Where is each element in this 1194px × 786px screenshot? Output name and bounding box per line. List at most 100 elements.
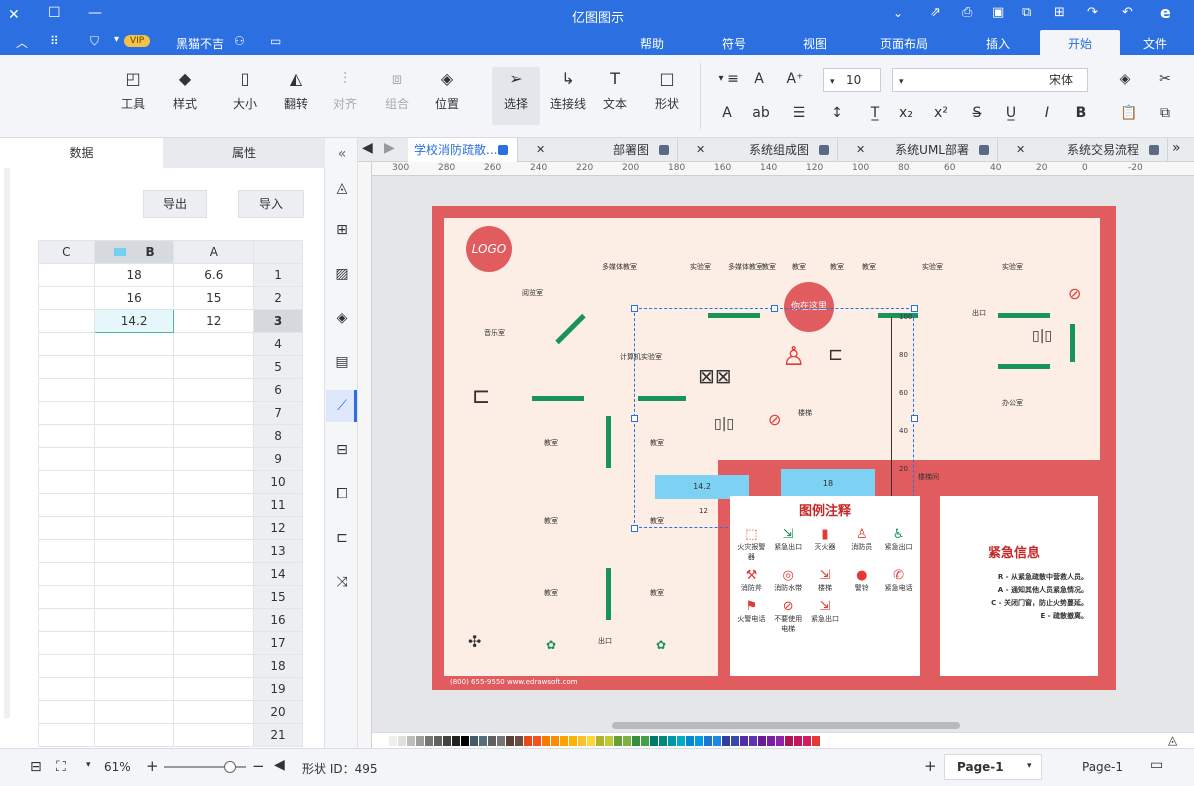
selected-chart[interactable]: 100 80 60 40 20 0 14.2 18 12 18 bbox=[631, 305, 918, 532]
horizontal-scrollbar[interactable] bbox=[612, 722, 960, 729]
layers-icon[interactable]: ◈ bbox=[332, 308, 352, 328]
cell-c[interactable] bbox=[38, 654, 95, 678]
cell-b[interactable]: 16 bbox=[93, 286, 175, 310]
list-icon[interactable]: ☰ bbox=[790, 105, 808, 121]
color-swatch[interactable] bbox=[560, 736, 568, 746]
row-header[interactable]: 18 bbox=[253, 654, 303, 678]
row-header[interactable]: 6 bbox=[253, 378, 303, 402]
import-button[interactable]: 导入 bbox=[238, 190, 304, 218]
font-color-icon[interactable]: A bbox=[718, 105, 736, 121]
select-button[interactable]: ➢ 选择 bbox=[492, 67, 540, 125]
fill-bucket-icon[interactable]: ◬ bbox=[1168, 733, 1177, 747]
save-icon[interactable]: ▣ bbox=[992, 5, 1004, 20]
table-row[interactable]: 4 bbox=[38, 332, 303, 356]
color-swatch[interactable] bbox=[677, 736, 685, 746]
cell-a[interactable] bbox=[173, 332, 255, 356]
position-button[interactable]: ◈ 位置 bbox=[432, 69, 462, 112]
table-row[interactable]: 6 bbox=[38, 378, 303, 402]
color-swatch[interactable] bbox=[758, 736, 766, 746]
cut-icon[interactable]: ✂ bbox=[1156, 71, 1174, 87]
font-size-select[interactable]: ▾ 10 bbox=[823, 68, 881, 92]
tab-symbols[interactable]: 符号 bbox=[722, 35, 746, 52]
cell-c[interactable] bbox=[38, 332, 95, 356]
fullscreen-icon[interactable]: ⛶ bbox=[56, 759, 66, 775]
table-row[interactable]: 14.2 12 3 bbox=[38, 309, 303, 333]
color-swatch[interactable] bbox=[731, 736, 739, 746]
table-row[interactable]: 18 bbox=[38, 654, 303, 678]
add-page-icon[interactable]: + bbox=[924, 757, 937, 775]
cell-c[interactable] bbox=[38, 539, 95, 563]
table-row[interactable]: 9 bbox=[38, 447, 303, 471]
user-name[interactable]: 黑猫不吉 bbox=[176, 35, 224, 52]
cell-a[interactable] bbox=[173, 539, 255, 563]
doc-tab[interactable]: ✕ 系统UML部署 bbox=[838, 138, 998, 162]
color-swatch[interactable] bbox=[524, 736, 532, 746]
column-header[interactable]: A bbox=[173, 240, 255, 264]
expand-panel-icon[interactable]: « bbox=[332, 144, 352, 164]
emergency-info-box[interactable]: 紧急信息 R - 从紧急疏散中营救人员。 A - 通知其他人员紧急情况。 C -… bbox=[940, 496, 1098, 676]
table-row[interactable]: 11 bbox=[38, 493, 303, 517]
table-icon[interactable]: ⊟ bbox=[332, 440, 352, 460]
paste-icon[interactable]: 📋 bbox=[1120, 105, 1138, 121]
strikethrough-icon[interactable]: S̶ bbox=[968, 105, 986, 121]
color-swatch[interactable] bbox=[497, 736, 505, 746]
cell-c[interactable] bbox=[38, 263, 95, 287]
share-icon[interactable]: ⇗ bbox=[930, 5, 941, 20]
resize-handle[interactable] bbox=[911, 305, 918, 312]
redo-icon[interactable]: ↷ bbox=[1087, 5, 1098, 20]
style-button[interactable]: ◆ 样式 bbox=[170, 69, 200, 112]
fill-icon[interactable]: ◬ bbox=[332, 178, 352, 198]
column-header[interactable]: C bbox=[38, 240, 95, 264]
resize-handle[interactable] bbox=[631, 305, 638, 312]
table-row[interactable]: 5 bbox=[38, 355, 303, 379]
italic-icon[interactable]: I bbox=[1038, 105, 1056, 121]
undo-icon[interactable]: ↶ bbox=[1122, 5, 1133, 20]
cell-b[interactable] bbox=[93, 585, 175, 609]
color-swatch[interactable] bbox=[713, 736, 721, 746]
color-swatch[interactable] bbox=[722, 736, 730, 746]
font-name-select[interactable]: ▾ 宋体 bbox=[892, 68, 1088, 92]
color-swatch[interactable] bbox=[416, 736, 424, 746]
tab-nav-right-icon[interactable]: ▶ bbox=[384, 140, 395, 156]
color-swatch[interactable] bbox=[740, 736, 748, 746]
color-swatch[interactable] bbox=[803, 736, 811, 746]
zoom-out-icon[interactable]: − bbox=[252, 757, 265, 775]
comment-icon[interactable]: ▭ bbox=[270, 34, 281, 48]
close-icon[interactable]: ✕ bbox=[8, 7, 20, 23]
font-grow-icon[interactable]: A⁺ bbox=[786, 71, 804, 87]
cell-a[interactable] bbox=[173, 677, 255, 701]
color-swatch[interactable] bbox=[488, 736, 496, 746]
close-tab-icon[interactable]: ✕ bbox=[696, 138, 705, 162]
color-swatch[interactable] bbox=[641, 736, 649, 746]
tools-button[interactable]: ◰ 工具 bbox=[118, 69, 148, 112]
page-tab[interactable]: Page-1 ▾ bbox=[944, 754, 1042, 780]
line-spacing-icon[interactable]: ↕ bbox=[828, 105, 846, 121]
align-button[interactable]: ⫶ 对齐 bbox=[330, 69, 360, 112]
table-row[interactable]: 12 bbox=[38, 516, 303, 540]
cell-b[interactable]: 18 bbox=[93, 263, 175, 287]
cell-a[interactable] bbox=[173, 562, 255, 586]
table-row[interactable]: 8 bbox=[38, 424, 303, 448]
rotate-button[interactable]: ◭ 翻转 bbox=[281, 69, 311, 112]
export-button[interactable]: 导出 bbox=[143, 190, 207, 218]
tab-home[interactable]: 开始 bbox=[1040, 30, 1120, 55]
color-swatch[interactable] bbox=[623, 736, 631, 746]
resize-handle[interactable] bbox=[631, 525, 638, 532]
color-swatch[interactable] bbox=[632, 736, 640, 746]
row-header[interactable]: 17 bbox=[253, 631, 303, 655]
cell-b[interactable] bbox=[93, 723, 175, 747]
resize-handle[interactable] bbox=[631, 415, 638, 422]
cell-c[interactable] bbox=[38, 700, 95, 724]
shape-button[interactable]: □ 形状 bbox=[652, 69, 682, 112]
page-layout-icon[interactable]: ▭ bbox=[1150, 757, 1163, 773]
grid-icon[interactable]: ⊞ bbox=[332, 220, 352, 240]
canvas[interactable]: LOGO 你在这里 ♙ 多媒体教室 实验室 多媒体教室 教室 教室 教室 教室 … bbox=[372, 176, 1194, 732]
cell-c[interactable] bbox=[38, 286, 95, 310]
color-swatch[interactable] bbox=[479, 736, 487, 746]
cell-a[interactable] bbox=[173, 608, 255, 632]
print-icon[interactable]: ⎙ bbox=[962, 5, 972, 20]
row-header[interactable]: 1 bbox=[253, 263, 303, 287]
cell-b[interactable] bbox=[93, 332, 175, 356]
dropdown-arrow-icon[interactable]: ⌄ bbox=[893, 6, 903, 20]
copy-icon[interactable]: ⧉ bbox=[1156, 105, 1174, 121]
